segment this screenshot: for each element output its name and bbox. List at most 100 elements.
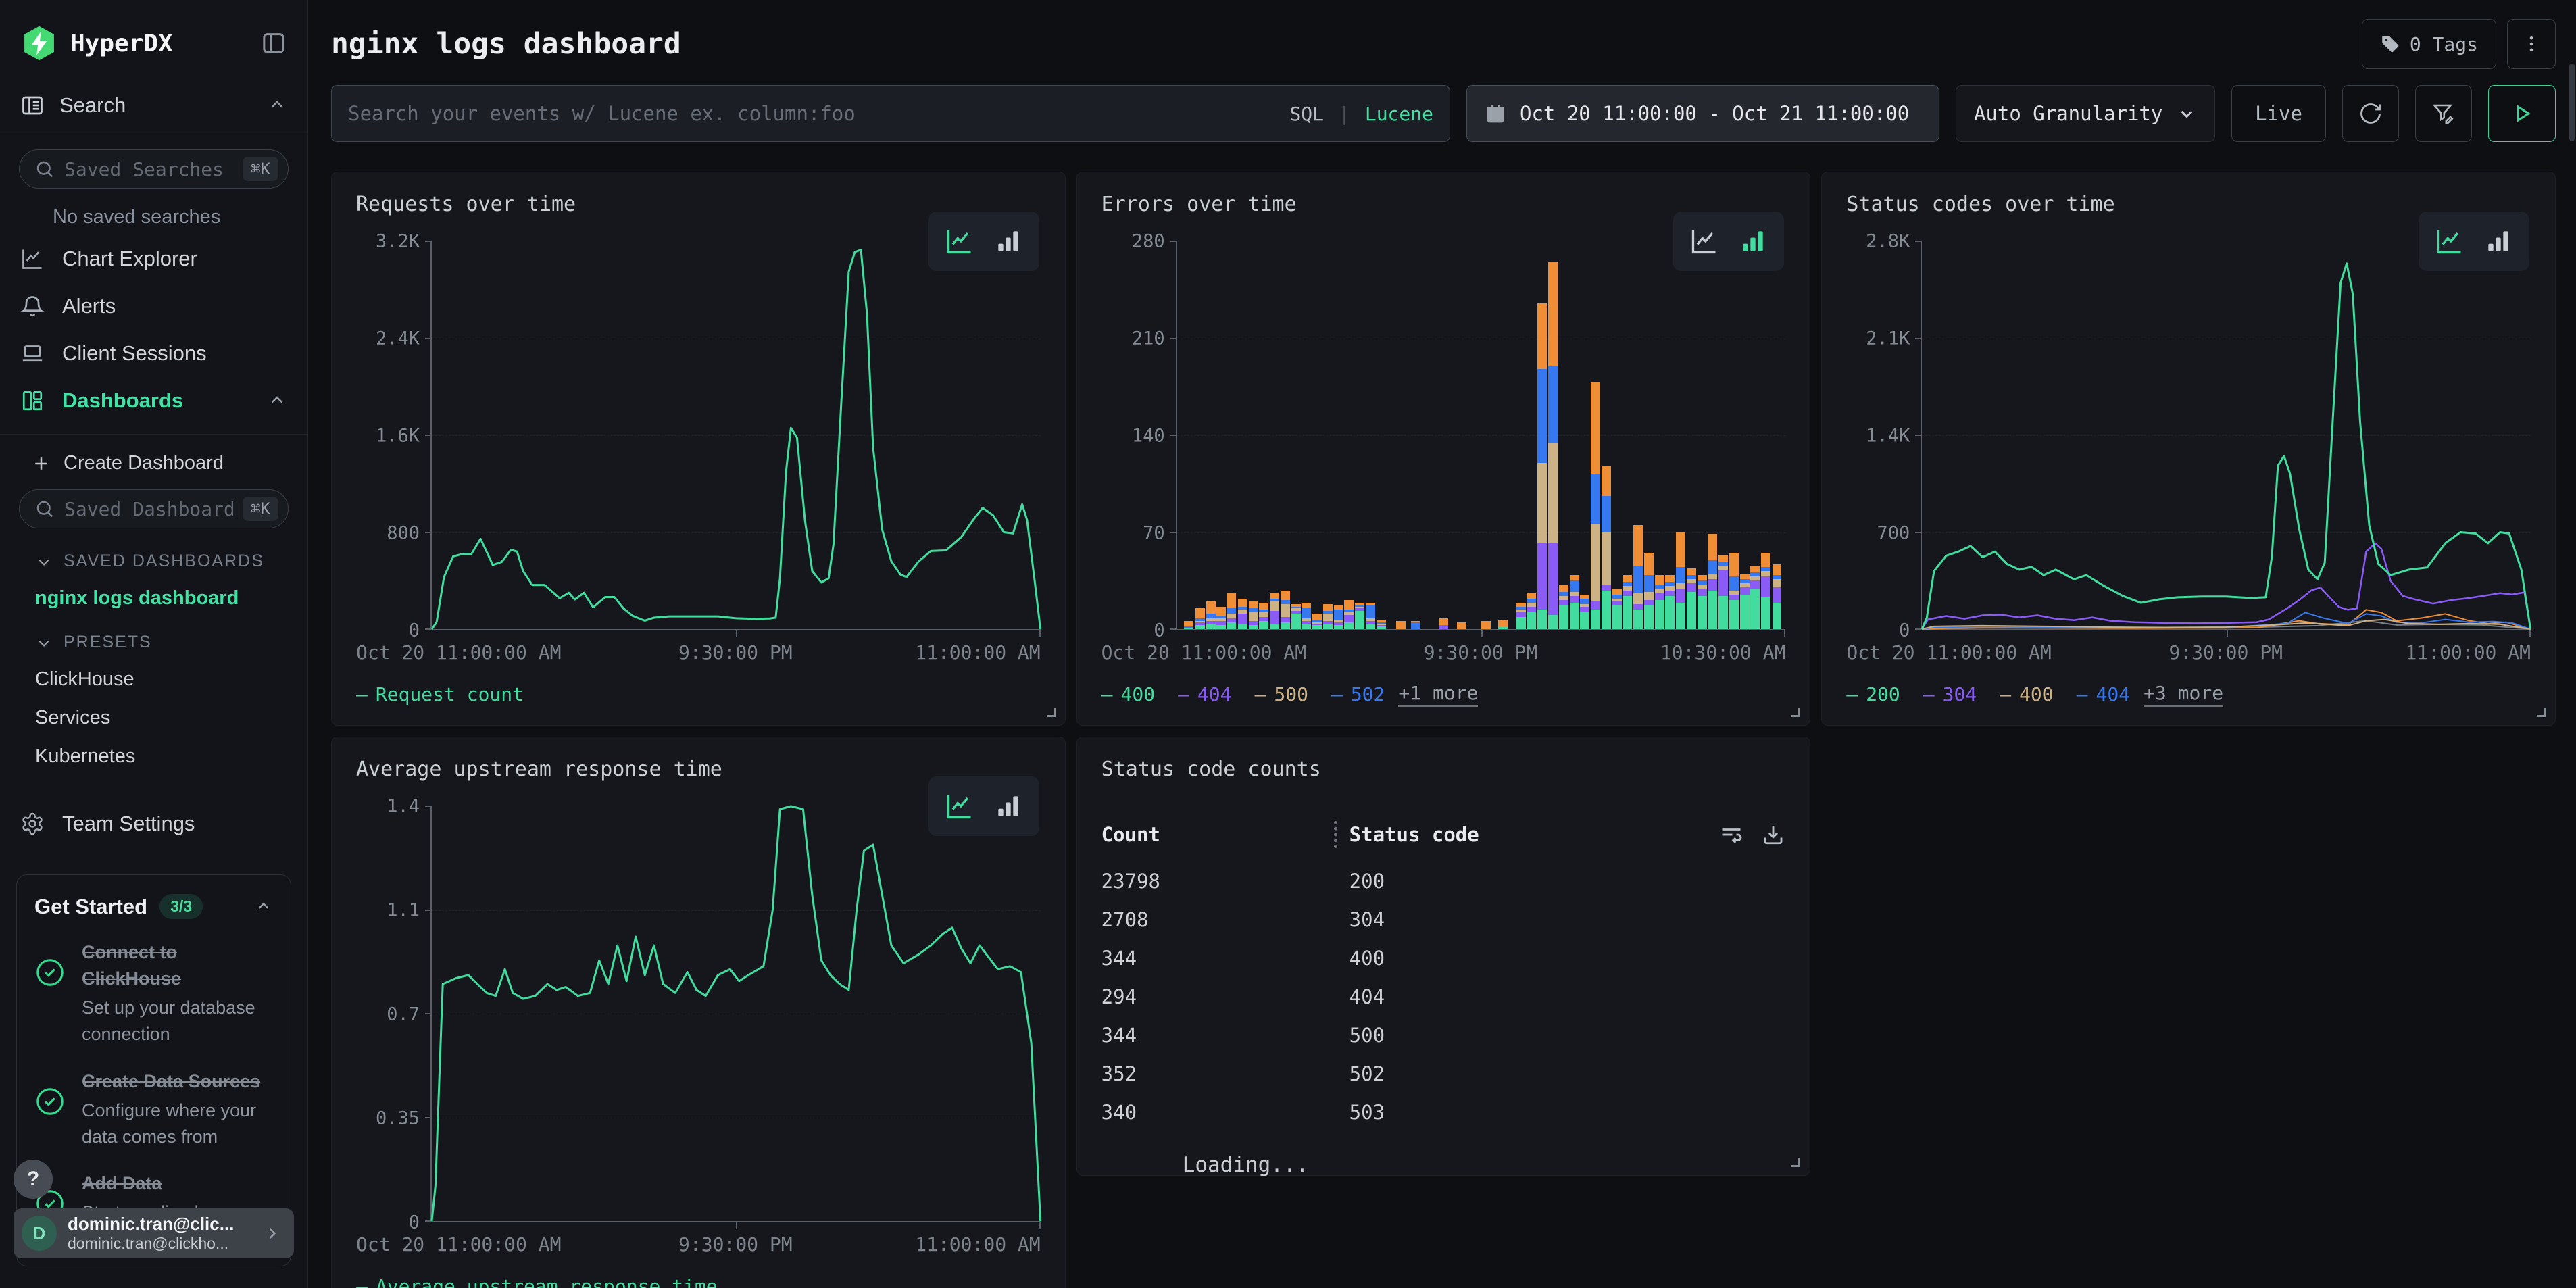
main-content: nginx logs dashboard 0 Tags SQL | Lucene… (308, 0, 2576, 1288)
tags-button[interactable]: 0 Tags (2362, 19, 2496, 69)
column-header-count[interactable]: Count (1101, 823, 1334, 846)
x-axis-label: 9:30:00 PM (2169, 641, 2283, 664)
sidebar-item-dashboards[interactable]: Dashboards (0, 377, 307, 424)
lucene-toggle[interactable]: Lucene (1365, 103, 1433, 125)
resize-handle[interactable] (1791, 1158, 1800, 1167)
x-axis-label: 11:00:00 AM (915, 1233, 1040, 1256)
resize-handle[interactable] (2537, 708, 2546, 717)
sidebar-item-clickhouse[interactable]: ClickHouse (35, 668, 287, 691)
legend-item: —200 (1846, 683, 1900, 705)
progress-badge: 3/3 (159, 894, 203, 919)
chevron-down-icon (35, 553, 53, 570)
plot-area[interactable] (430, 241, 1041, 630)
stacked-bar (1411, 621, 1420, 629)
granularity-select[interactable]: Auto Granularity (1956, 85, 2215, 142)
y-axis-label: 210 (1132, 328, 1165, 349)
date-range-picker[interactable]: Oct 20 11:00:00 - Oct 21 11:00:00 (1466, 85, 1939, 142)
bar-chart-icon[interactable] (1738, 226, 1768, 256)
plot-area[interactable] (1176, 241, 1786, 630)
chart-type-toggle (2419, 212, 2529, 271)
run-query-button[interactable] (2488, 85, 2556, 142)
stacked-bar (1206, 601, 1216, 629)
get-started-header[interactable]: Get Started 3/3 (34, 894, 273, 919)
sidebar-item-search[interactable]: Search (0, 82, 307, 134)
sidebar-item-chart-explorer[interactable]: Chart Explorer (0, 235, 307, 282)
plot-area[interactable] (1921, 241, 2531, 630)
line-chart-icon[interactable] (945, 791, 974, 821)
sidebar-item-alerts[interactable]: Alerts (0, 282, 307, 330)
get-started-step: Connect to ClickHouse Set up your databa… (34, 939, 273, 1048)
resize-handle[interactable] (1047, 708, 1056, 717)
laptop-icon (20, 341, 45, 366)
help-button[interactable]: ? (14, 1160, 53, 1199)
collapse-sidebar-icon[interactable] (260, 30, 287, 57)
stacked-bar (1355, 603, 1364, 629)
section-presets[interactable]: PRESETS (35, 633, 287, 652)
x-axis-label: Oct 20 11:00:00 AM (1101, 641, 1306, 664)
stacked-bar (1344, 600, 1354, 629)
dashboard-icon (20, 389, 45, 413)
stacked-bar (1644, 553, 1654, 629)
resize-handle[interactable] (1791, 708, 1800, 717)
column-resize-handle[interactable] (1334, 821, 1337, 848)
event-search-box[interactable]: SQL | Lucene (331, 85, 1450, 142)
y-axis-label: 1.4 (387, 796, 420, 817)
table-row: 294404 (1101, 977, 1786, 1016)
user-menu[interactable]: D dominic.tran@clic... dominic.tran@clic… (14, 1208, 294, 1258)
more-options-button[interactable] (2507, 19, 2556, 69)
legend-more-link[interactable]: +3 more (2144, 682, 2223, 707)
shortcut-badge: ⌘K (243, 497, 278, 521)
legend-more-link[interactable]: +1 more (1398, 682, 1478, 707)
check-circle-icon (34, 1086, 66, 1117)
legend-item: —500 (1255, 683, 1308, 705)
section-saved-dashboards[interactable]: SAVED DASHBOARDS (35, 551, 287, 571)
refresh-icon (2358, 101, 2383, 126)
saved-dashboards-input[interactable] (64, 498, 233, 520)
sidebar-item-nginx-logs-dashboard[interactable]: nginx logs dashboard (35, 587, 287, 610)
legend-item: —404 (1178, 683, 1231, 705)
search-icon (34, 159, 55, 179)
y-axis-label: 3.2K (376, 231, 420, 252)
stacked-bar (1481, 621, 1491, 629)
stacked-bar (1718, 555, 1728, 629)
stacked-bar (1623, 575, 1632, 629)
x-axis-label: 9:30:00 PM (678, 1233, 793, 1256)
sidebar-item-client-sessions[interactable]: Client Sessions (0, 330, 307, 377)
event-search-input[interactable] (348, 102, 1279, 125)
column-header-status-code[interactable]: Status code (1349, 823, 1479, 846)
saved-dashboards-search[interactable]: ⌘K (19, 489, 289, 528)
sidebar-item-team-settings[interactable]: Team Settings (0, 800, 307, 847)
saved-searches-input[interactable] (64, 158, 233, 180)
bar-chart-icon[interactable] (2483, 226, 2513, 256)
panel-title: Status code counts (1101, 758, 1786, 787)
x-axis-label: 11:00:00 AM (915, 641, 1040, 664)
stacked-bar (1323, 604, 1333, 629)
stacked-bar (1537, 303, 1547, 629)
stacked-bar (1570, 575, 1579, 629)
line-chart-icon[interactable] (2435, 226, 2464, 256)
sidebar-search-label: Search (59, 93, 252, 118)
bar-chart-icon[interactable] (993, 791, 1023, 821)
live-button[interactable]: Live (2231, 85, 2326, 142)
saved-searches-search[interactable]: ⌘K (19, 149, 289, 189)
sql-toggle[interactable]: SQL (1289, 103, 1324, 125)
refresh-button[interactable] (2342, 85, 2399, 142)
create-dashboard-button[interactable]: Create Dashboard (31, 452, 287, 474)
x-axis-label: 11:00:00 AM (2406, 641, 2531, 664)
sidebar-item-kubernetes[interactable]: Kubernetes (35, 745, 287, 768)
stacked-bar (1516, 603, 1526, 629)
stacked-bar (1580, 595, 1589, 629)
filter-button[interactable] (2415, 85, 2472, 142)
sidebar-item-services[interactable]: Services (35, 707, 287, 729)
scrollbar[interactable] (2569, 64, 2575, 141)
plot-area[interactable] (430, 806, 1041, 1222)
line-chart-icon[interactable] (1689, 226, 1719, 256)
line-chart-icon[interactable] (945, 226, 974, 256)
wrap-text-icon[interactable] (1719, 822, 1743, 847)
stacked-bar (1498, 620, 1508, 629)
get-started-step: Create Data Sources Configure where your… (34, 1068, 273, 1150)
download-icon[interactable] (1761, 822, 1785, 847)
y-axis-label: 0.35 (376, 1108, 420, 1129)
stacked-bar (1281, 591, 1290, 629)
bar-chart-icon[interactable] (993, 226, 1023, 256)
